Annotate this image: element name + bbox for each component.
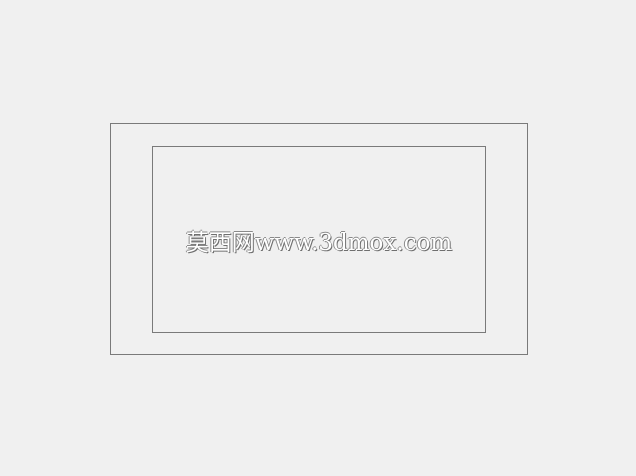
blank-canvas: 莫西网www.3dmox.com <box>0 0 636 476</box>
watermark-text: 莫西网www.3dmox.com <box>185 229 453 256</box>
